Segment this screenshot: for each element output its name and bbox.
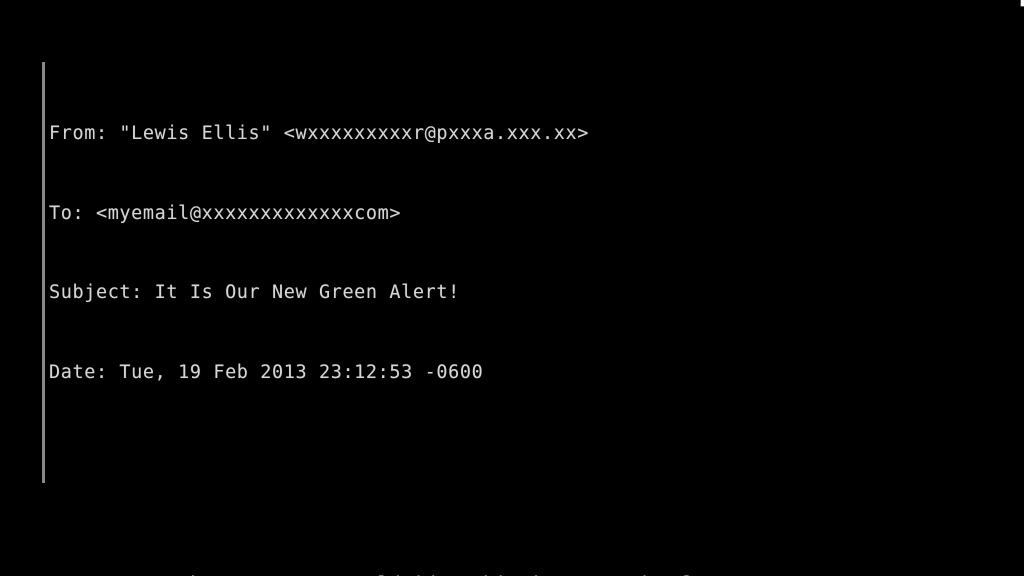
email-header-from: From: "Lewis Ellis" <wxxxxxxxxxr@pxxxa.x…: [49, 123, 589, 144]
screenshot-canvas: From: "Lewis Ellis" <wxxxxxxxxxr@pxxxa.x…: [0, 0, 1024, 576]
email-message-body: From: "Lewis Ellis" <wxxxxxxxxxr@pxxxa.x…: [49, 68, 989, 576]
quote-bar: [42, 62, 45, 483]
email-header-date: Date: Tue, 19 Feb 2013 23:12:53 -0600: [49, 361, 484, 383]
email-header-to: To: <myemail@xxxxxxxxxxxxxcom>: [49, 202, 402, 224]
email-body-headline: One More Week... It Goes Worldwide Achie…: [49, 572, 989, 576]
email-blank-line-1: [49, 466, 989, 493]
email-header-subject: Subject: It Is Our New Green Alert!: [49, 282, 460, 303]
